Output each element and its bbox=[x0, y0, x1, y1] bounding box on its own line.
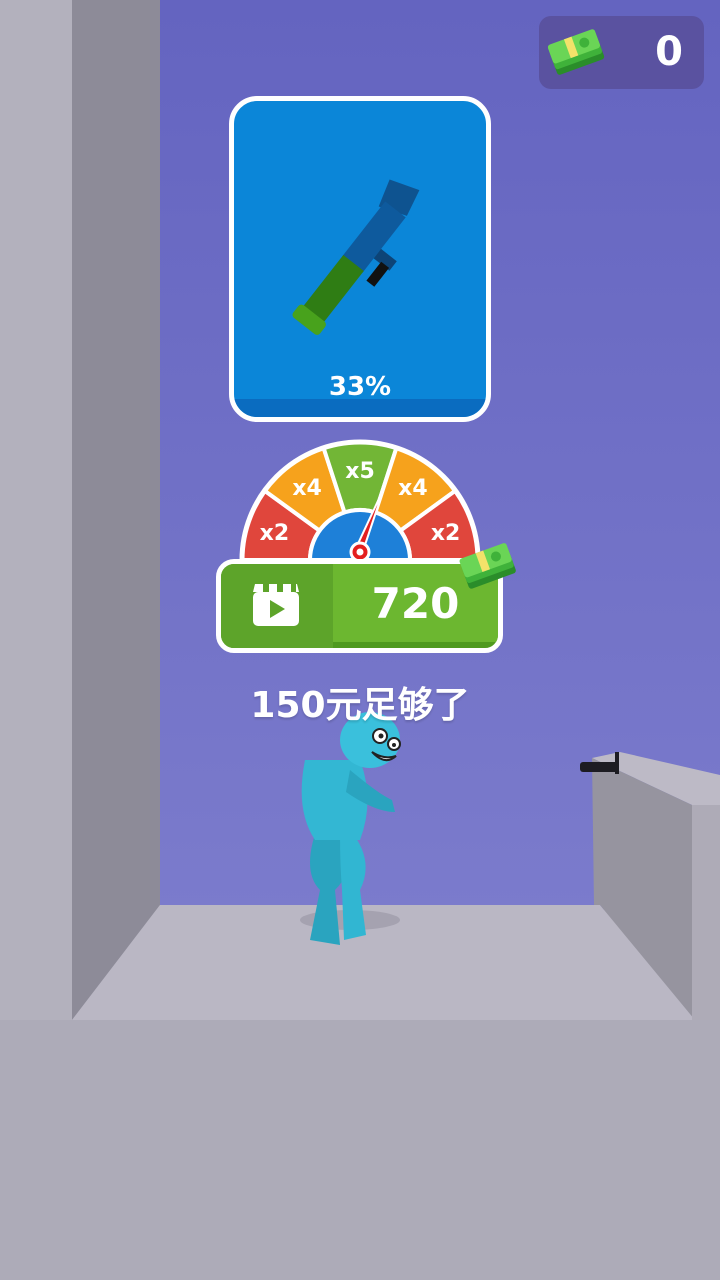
gauge-label-2: x5 bbox=[345, 459, 375, 484]
gauge-label-0: x2 bbox=[260, 521, 290, 546]
money-counter: 0 bbox=[539, 16, 704, 89]
multiplier-gauge: x2x4x5x4x2 bbox=[239, 439, 481, 563]
foreground-floor bbox=[0, 1020, 720, 1280]
gauge-label-4: x2 bbox=[431, 521, 461, 546]
rocket-launcher-icon bbox=[292, 179, 420, 335]
gauge-label-3: x4 bbox=[398, 476, 428, 501]
money-value: 0 bbox=[655, 29, 683, 75]
gauge-label-1: x4 bbox=[292, 476, 322, 501]
player-character bbox=[300, 712, 401, 945]
cash-stack-icon bbox=[459, 543, 516, 589]
hint-text: 150元足够了 bbox=[250, 685, 470, 726]
left-wall-side bbox=[72, 0, 160, 1020]
platform-front bbox=[692, 805, 720, 1020]
cash-stack-icon bbox=[547, 29, 605, 75]
reward-button-icon-area bbox=[221, 564, 333, 648]
weapon-unlock-card: 33% bbox=[229, 96, 491, 422]
video-ad-icon bbox=[253, 584, 299, 626]
card-bottom-edge bbox=[234, 399, 486, 417]
